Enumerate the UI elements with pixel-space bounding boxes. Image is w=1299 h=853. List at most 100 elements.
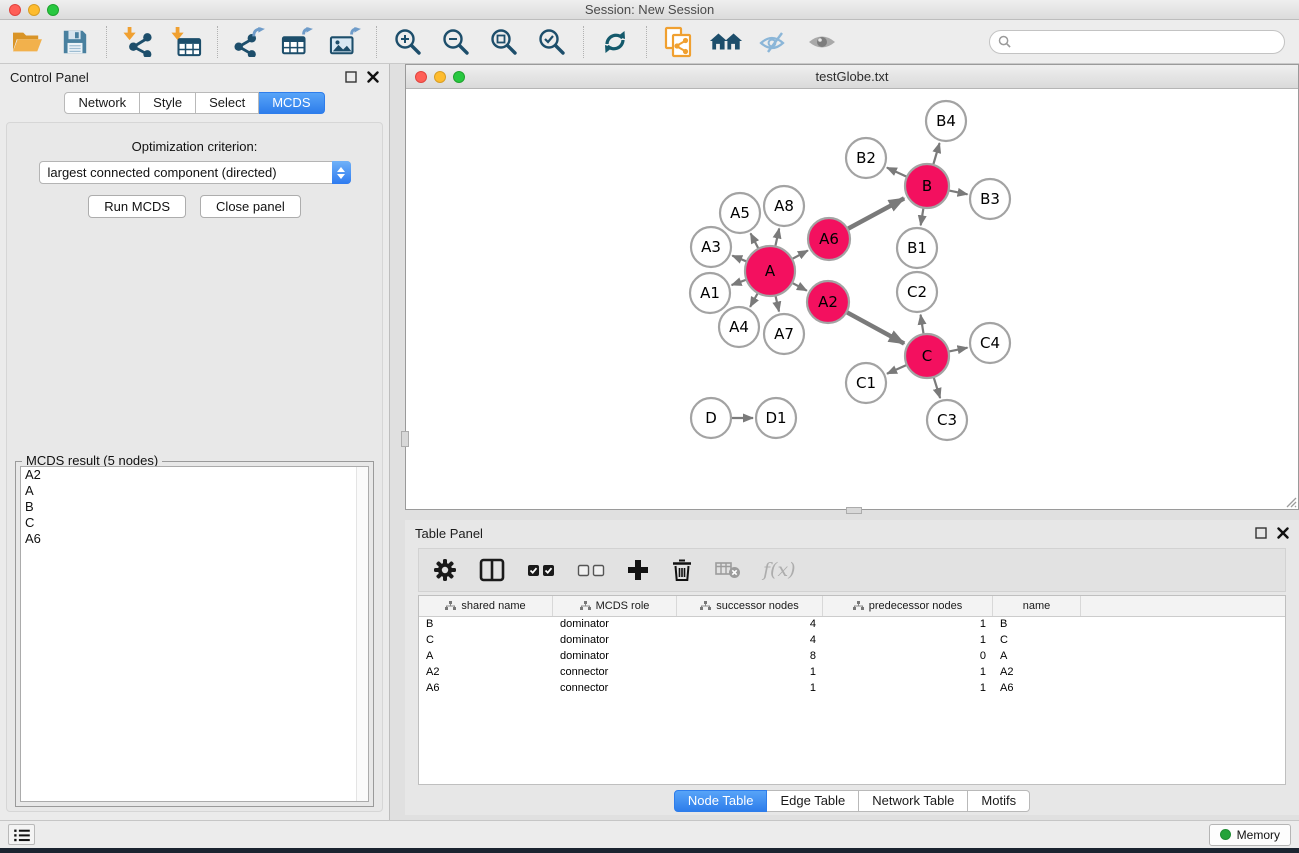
scrollbar-track[interactable] <box>356 467 368 801</box>
graph-node-B3[interactable]: B3 <box>970 179 1010 219</box>
graph-edge-A-A6[interactable] <box>792 250 808 259</box>
column-header-mcds-role[interactable]: MCDS role <box>553 596 677 616</box>
graph-node-A1[interactable]: A1 <box>690 273 730 313</box>
import-network-icon[interactable] <box>121 26 155 58</box>
graph-node-B2[interactable]: B2 <box>846 138 886 178</box>
graph-node-A2[interactable]: A2 <box>807 281 849 323</box>
graph-node-C1[interactable]: C1 <box>846 363 886 403</box>
float-panel-icon[interactable] <box>345 71 357 83</box>
window-resize-grip-icon[interactable] <box>1283 494 1297 508</box>
graph-edge-A6-B[interactable] <box>847 198 904 229</box>
graph-edge-C-C2[interactable] <box>921 315 924 335</box>
import-table-icon[interactable] <box>169 26 203 58</box>
graph-node-A8[interactable]: A8 <box>764 186 804 226</box>
graph-edge-A2-C[interactable] <box>846 312 904 343</box>
tab-network[interactable]: Network <box>64 92 140 114</box>
close-panel-icon[interactable] <box>367 71 379 83</box>
zoom-out-icon[interactable] <box>439 26 473 58</box>
mcds-result-item[interactable]: A <box>21 483 368 499</box>
zoom-in-icon[interactable] <box>391 26 425 58</box>
save-icon[interactable] <box>58 26 92 58</box>
gear-icon[interactable] <box>433 558 457 582</box>
graph-edge-A-A8[interactable] <box>775 228 779 246</box>
optimization-criterion-select[interactable]: largest connected component (directed) <box>39 161 351 184</box>
graph-edge-C-C3[interactable] <box>934 377 941 398</box>
graph-edge-A-A5[interactable] <box>751 233 759 248</box>
delete-table-icon[interactable] <box>715 561 741 579</box>
table-row[interactable]: A2connector11A2 <box>419 665 1285 681</box>
graph-node-A3[interactable]: A3 <box>691 227 731 267</box>
search-input[interactable] <box>1016 35 1276 49</box>
export-network-icon[interactable] <box>232 26 266 58</box>
splitter-handle-horizontal[interactable] <box>846 507 862 514</box>
graph-node-C3[interactable]: C3 <box>927 400 967 440</box>
graph-node-A4[interactable]: A4 <box>719 307 759 347</box>
graph-node-C2[interactable]: C2 <box>897 272 937 312</box>
graph-edge-B-B2[interactable] <box>887 168 907 177</box>
deselect-all-icon[interactable] <box>577 562 605 578</box>
graph-edge-A-A2[interactable] <box>792 283 807 291</box>
graph-node-A7[interactable]: A7 <box>764 314 804 354</box>
refresh-icon[interactable] <box>598 26 632 58</box>
graph-edge-A-A4[interactable] <box>750 293 758 307</box>
graph-node-A[interactable]: A <box>745 246 795 296</box>
close-panel-button[interactable]: Close panel <box>200 195 301 218</box>
graph-node-A5[interactable]: A5 <box>720 193 760 233</box>
export-image-icon[interactable] <box>328 26 362 58</box>
graph-edge-A-A7[interactable] <box>775 295 779 311</box>
graph-node-D1[interactable]: D1 <box>756 398 796 438</box>
graph-edge-B-B1[interactable] <box>921 208 924 226</box>
graph-edge-C-C1[interactable] <box>887 365 907 374</box>
table-tab-edge-table[interactable]: Edge Table <box>767 790 859 812</box>
hide-eye-icon[interactable] <box>757 26 791 58</box>
tab-style[interactable]: Style <box>140 92 196 114</box>
graph-edge-C-C4[interactable] <box>949 348 968 352</box>
run-mcds-button[interactable]: Run MCDS <box>88 195 186 218</box>
column-header-predecessor-nodes[interactable]: predecessor nodes <box>823 596 993 616</box>
table-row[interactable]: Cdominator41C <box>419 633 1285 649</box>
zoom-fit-icon[interactable] <box>487 26 521 58</box>
tab-mcds[interactable]: MCDS <box>259 92 324 114</box>
table-tab-network-table[interactable]: Network Table <box>859 790 968 812</box>
graph-edge-A-A1[interactable] <box>732 280 747 285</box>
memory-button[interactable]: Memory <box>1209 824 1291 846</box>
task-history-button[interactable] <box>8 824 35 845</box>
home-icon[interactable] <box>709 26 743 58</box>
mcds-result-list[interactable]: A2ABCA6 <box>20 466 369 802</box>
zoom-selected-icon[interactable] <box>535 26 569 58</box>
show-eye-icon[interactable] <box>805 26 839 58</box>
network-canvas[interactable]: B4B2BB3A5A8A6A3B1AC2A1A2A4A7C4CC1DD1C3 <box>406 89 1298 509</box>
close-table-panel-icon[interactable] <box>1277 527 1289 539</box>
column-view-icon[interactable] <box>479 558 505 582</box>
mcds-result-item[interactable]: A6 <box>21 531 368 547</box>
add-icon[interactable] <box>627 559 649 581</box>
graph-node-B4[interactable]: B4 <box>926 101 966 141</box>
float-table-panel-icon[interactable] <box>1255 527 1267 539</box>
column-header-successor-nodes[interactable]: successor nodes <box>677 596 823 616</box>
graph-edge-A-A3[interactable] <box>732 256 747 262</box>
tab-select[interactable]: Select <box>196 92 259 114</box>
graph-edge-B-B3[interactable] <box>949 190 968 194</box>
column-header-name[interactable]: name <box>993 596 1081 616</box>
select-all-icon[interactable] <box>527 562 555 578</box>
export-table-icon[interactable] <box>280 26 314 58</box>
table-row[interactable]: A6connector11A6 <box>419 681 1285 697</box>
function-builder-icon[interactable]: f(x) <box>763 559 796 581</box>
table-row[interactable]: Bdominator41B <box>419 617 1285 633</box>
graph-node-C4[interactable]: C4 <box>970 323 1010 363</box>
network-files-icon[interactable] <box>661 26 695 58</box>
graph-edge-B-B4[interactable] <box>933 143 939 165</box>
open-folder-icon[interactable] <box>10 26 44 58</box>
table-tab-node-table[interactable]: Node Table <box>674 790 768 812</box>
column-header-shared-name[interactable]: shared name <box>419 596 553 616</box>
mcds-result-item[interactable]: A2 <box>21 467 368 483</box>
splitter-handle-vertical[interactable] <box>401 431 409 447</box>
graph-node-B[interactable]: B <box>905 164 949 208</box>
graph-node-C[interactable]: C <box>905 334 949 378</box>
table-tab-motifs[interactable]: Motifs <box>968 790 1030 812</box>
graph-node-A6[interactable]: A6 <box>808 218 850 260</box>
graph-node-D[interactable]: D <box>691 398 731 438</box>
delete-icon[interactable] <box>671 558 693 582</box>
table-row[interactable]: Adominator80A <box>419 649 1285 665</box>
mcds-result-item[interactable]: B <box>21 499 368 515</box>
